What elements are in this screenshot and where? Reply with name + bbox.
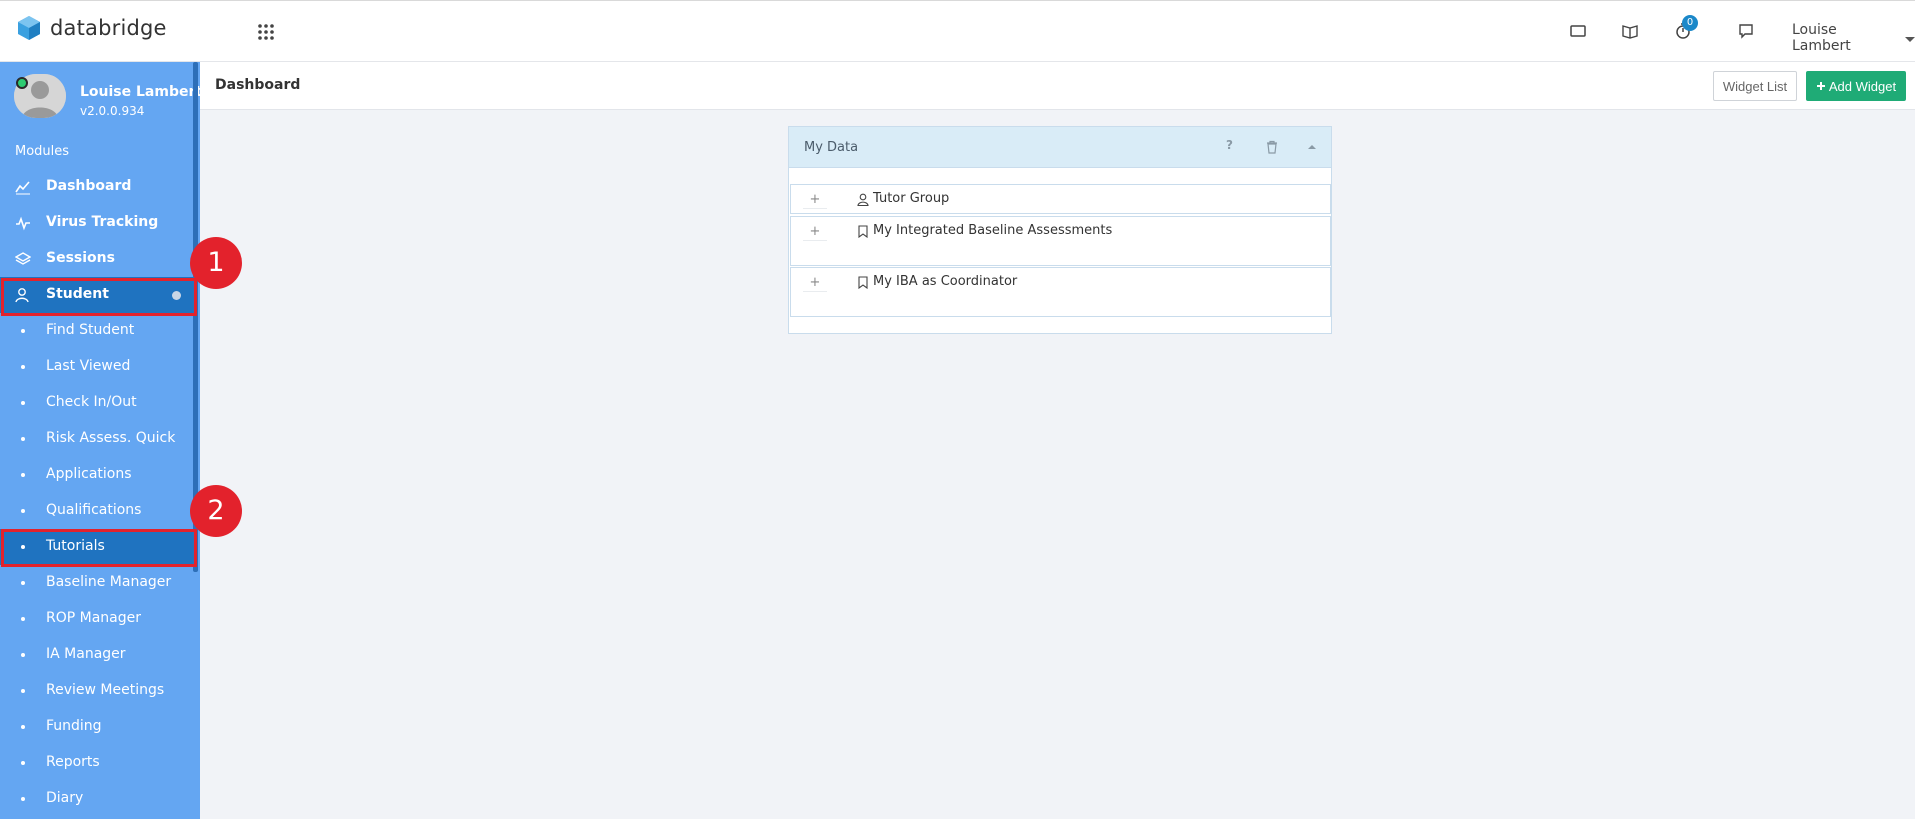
databridge-logo-icon xyxy=(18,16,40,40)
app-logo[interactable]: databridge xyxy=(16,15,167,41)
sidebar-subitem-label: Risk Assess. Quick xyxy=(46,430,176,446)
my-data-widget: My Data ? + Tutor Group + My Integrated … xyxy=(788,126,1332,334)
sidebar-item-label: Sessions xyxy=(46,250,115,266)
bullet-icon xyxy=(21,329,25,333)
sidebar-subitem-label: Baseline Manager xyxy=(46,574,172,590)
sidebar-subitem-label: Check In/Out xyxy=(46,394,137,410)
bullet-icon xyxy=(21,689,25,693)
online-status-dot xyxy=(16,77,28,89)
chart-line-icon xyxy=(15,181,30,195)
plus-icon xyxy=(1816,82,1825,90)
expand-row-button[interactable]: + xyxy=(803,223,827,241)
help-icon[interactable]: ? xyxy=(1226,138,1233,152)
widget-header: My Data ? xyxy=(789,127,1331,168)
modules-heading: Modules xyxy=(15,144,70,159)
sidebar-subitem-rop-manager[interactable]: ROP Manager xyxy=(0,601,196,637)
sidebar-subitem-applications[interactable]: Applications xyxy=(0,457,196,493)
bullet-icon xyxy=(21,437,25,441)
content-header: Dashboard Widget List Add Widget xyxy=(200,62,1915,110)
row-label: My Integrated Baseline Assessments xyxy=(873,223,1113,238)
bullet-icon xyxy=(21,365,25,369)
user-icon xyxy=(857,193,869,206)
profile-name: Louise Lambert xyxy=(80,84,203,100)
row-label: Tutor Group xyxy=(873,191,950,206)
user-menu[interactable]: Louise Lambert xyxy=(1792,22,1915,54)
widget-list-button[interactable]: Widget List xyxy=(1713,71,1797,101)
sidebar-subitem-review-meetings[interactable]: Review Meetings xyxy=(0,673,196,709)
bullet-icon xyxy=(21,545,25,549)
expand-row-button[interactable]: + xyxy=(803,274,827,292)
sidebar-subitem-check-in-out[interactable]: Check In/Out xyxy=(0,385,196,421)
notification-badge: 0 xyxy=(1682,15,1698,31)
caret-down-icon xyxy=(1905,36,1915,42)
sidebar-item-sessions[interactable]: Sessions xyxy=(0,241,196,277)
student-icon xyxy=(15,288,29,303)
sidebar-subitem-funding[interactable]: Funding xyxy=(0,709,196,745)
sidebar: Louise Lambert v2.0.0.934 Modules Dashbo… xyxy=(0,62,202,819)
sidebar-item-virus-tracking[interactable]: Virus Tracking xyxy=(0,205,196,241)
sidebar-subitem-risk-assess-quick[interactable]: Risk Assess. Quick xyxy=(0,421,196,457)
bullet-icon xyxy=(21,797,25,801)
top-bar: databridge 0 Louise Lambert xyxy=(0,0,1915,62)
callout-marker-2: 2 xyxy=(190,485,242,537)
collapse-chevron-icon[interactable] xyxy=(1305,140,1319,154)
pulse-icon xyxy=(16,216,30,231)
app-version: v2.0.0.934 xyxy=(80,104,145,118)
trash-icon[interactable] xyxy=(1265,140,1279,154)
sidebar-subitem-label: Applications xyxy=(46,466,132,482)
bullet-icon xyxy=(21,473,25,477)
bookmark-icon xyxy=(858,225,868,238)
sidebar-subitem-label: Find Student xyxy=(46,322,135,338)
row-label: My IBA as Coordinator xyxy=(873,274,1018,289)
expand-row-button[interactable]: + xyxy=(803,191,827,209)
sidebar-subitem-qualifications[interactable]: Qualifications xyxy=(0,493,196,529)
sidebar-subitem-label: ROP Manager xyxy=(46,610,142,626)
tablet-icon[interactable] xyxy=(1568,21,1588,41)
callout-marker-1: 1 xyxy=(190,237,242,289)
widget-title: My Data xyxy=(804,140,859,155)
sidebar-subitem-diary[interactable]: Diary xyxy=(0,781,196,817)
data-row-integrated-baseline[interactable]: + My Integrated Baseline Assessments xyxy=(790,216,1331,266)
data-row-iba-coordinator[interactable]: + My IBA as Coordinator xyxy=(790,267,1331,317)
sidebar-item-label: Student xyxy=(46,286,109,302)
sidebar-subitem-label: Diary xyxy=(46,790,84,806)
sidebar-item-dashboard[interactable]: Dashboard xyxy=(0,169,196,205)
chat-icon[interactable] xyxy=(1736,21,1756,41)
bullet-icon xyxy=(21,761,25,765)
sidebar-subitem-ia-manager[interactable]: IA Manager xyxy=(0,637,196,673)
expanded-indicator-dot xyxy=(172,291,181,300)
bullet-icon xyxy=(21,617,25,621)
sidebar-subitem-label: Last Viewed xyxy=(46,358,131,374)
bullet-icon xyxy=(21,725,25,729)
sidebar-subitem-last-viewed[interactable]: Last Viewed xyxy=(0,349,196,385)
bookmark-icon xyxy=(858,276,868,289)
sidebar-subitem-label: IA Manager xyxy=(46,646,126,662)
sidebar-subitem-baseline-manager[interactable]: Baseline Manager xyxy=(0,565,196,601)
add-widget-button[interactable]: Add Widget xyxy=(1806,71,1906,101)
sidebar-subitem-label: Reports xyxy=(46,754,100,770)
bullet-icon xyxy=(21,509,25,513)
page-title: Dashboard xyxy=(215,77,301,93)
sidebar-item-label: Virus Tracking xyxy=(46,214,159,230)
bullet-icon xyxy=(21,581,25,585)
sidebar-item-label: Dashboard xyxy=(46,178,132,194)
sidebar-subitem-reports[interactable]: Reports xyxy=(0,745,196,781)
book-open-icon[interactable] xyxy=(1620,21,1640,41)
app-name: databridge xyxy=(50,16,167,40)
data-row-tutor-group[interactable]: + Tutor Group xyxy=(790,184,1331,214)
sidebar-subitem-label: Tutorials xyxy=(46,538,105,554)
sidebar-item-student[interactable]: Student xyxy=(0,277,196,313)
sidebar-subitem-label: Review Meetings xyxy=(46,682,165,698)
bullet-icon xyxy=(21,653,25,657)
add-widget-label: Add Widget xyxy=(1828,78,1897,94)
user-menu-name: Louise Lambert xyxy=(1792,22,1851,54)
bullet-icon xyxy=(21,401,25,405)
sidebar-subitem-find-student[interactable]: Find Student xyxy=(0,313,196,349)
sidebar-subitem-label: Qualifications xyxy=(46,502,142,518)
apps-grid-icon[interactable] xyxy=(256,22,276,42)
profile-card[interactable]: Louise Lambert v2.0.0.934 xyxy=(14,74,202,134)
sidebar-subitem-label: Funding xyxy=(46,718,102,734)
sidebar-subitem-tutorials[interactable]: Tutorials xyxy=(0,529,196,565)
layers-icon xyxy=(15,252,31,265)
